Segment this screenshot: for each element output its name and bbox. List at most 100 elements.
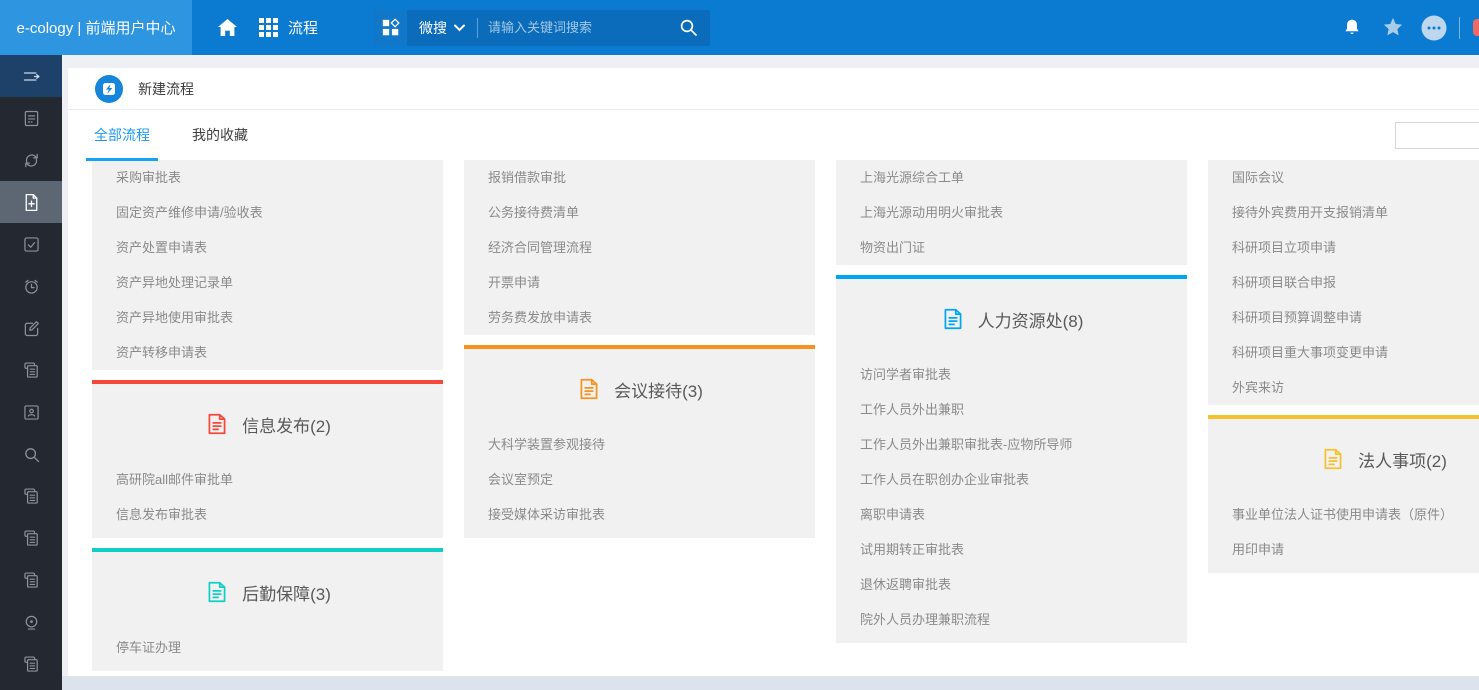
- copy-documents-icon: [21, 486, 42, 507]
- category-card-scrolled: 采购审批表 固定资产维修申请/验收表 资产处置申请表 资产异地处理记录单 资产异…: [92, 160, 443, 370]
- topbar-right-actions: [1342, 15, 1479, 41]
- home-button[interactable]: [218, 19, 237, 36]
- workflow-link[interactable]: 大科学装置参观接待: [464, 427, 815, 462]
- workflow-link[interactable]: 科研项目预算调整申请: [1208, 300, 1479, 335]
- document-icon: [1320, 446, 1346, 472]
- sidebar-item-sync-flow[interactable]: [0, 139, 62, 181]
- category-title: 信息发布(2): [242, 412, 331, 437]
- alarm-clock-icon: [21, 276, 42, 297]
- sidebar-item-task-check[interactable]: [0, 223, 62, 265]
- app-logo[interactable]: e-cology | 前端用户中心: [0, 0, 192, 55]
- sidebar-item-edit-draft[interactable]: [0, 307, 62, 349]
- sidebar-item-form-document[interactable]: [0, 97, 62, 139]
- workflow-link[interactable]: 访问学者审批表: [836, 357, 1187, 392]
- category-card-meeting-reception: 会议接待(3) 大科学装置参观接待 会议室预定 接受媒体采访审批表: [464, 345, 815, 538]
- workflow-link[interactable]: 工作人员在职创办企业审批表: [836, 462, 1187, 497]
- new-process-badge-icon: [95, 75, 123, 103]
- horizontal-scroll-track[interactable]: [62, 676, 1479, 690]
- category-header: 信息发布(2): [92, 384, 443, 462]
- workflow-link[interactable]: 科研项目重大事项变更申请: [1208, 335, 1479, 370]
- workflow-link[interactable]: 采购审批表: [92, 160, 443, 195]
- search-submit-button[interactable]: [680, 19, 697, 36]
- workflow-link[interactable]: 上海光源综合工单: [836, 160, 1187, 195]
- process-nav-label: 流程: [288, 17, 318, 38]
- workflow-link[interactable]: 信息发布审批表: [92, 497, 443, 532]
- workflow-link[interactable]: 院外人员办理兼职流程: [836, 602, 1187, 637]
- sidebar-collapse-button[interactable]: [0, 55, 62, 97]
- tab-my-favorites[interactable]: 我的收藏: [190, 109, 250, 161]
- workflow-link[interactable]: 国际会议: [1208, 160, 1479, 195]
- workflow-link[interactable]: 试用期转正审批表: [836, 532, 1187, 567]
- workflow-link[interactable]: 高研院all邮件审批单: [92, 462, 443, 497]
- category-title: 后勤保障(3): [242, 580, 331, 605]
- sidebar-item-copy-documents-1[interactable]: [0, 349, 62, 391]
- sidebar-item-copy-documents-3[interactable]: [0, 517, 62, 559]
- sidebar-item-search[interactable]: [0, 433, 62, 475]
- workflow-link[interactable]: 固定资产维修申请/验收表: [92, 195, 443, 230]
- workflow-link[interactable]: 资产处置申请表: [92, 230, 443, 265]
- board-column-4: 国际会议 接待外宾费用开支报销清单 科研项目立项申请 科研项目联合申报 科研项目…: [1208, 160, 1479, 573]
- category-header: 人力资源处(8): [836, 279, 1187, 357]
- sidebar-item-new-process[interactable]: [0, 181, 62, 223]
- sidebar-item-copy-documents-5[interactable]: [0, 643, 62, 685]
- process-nav-button[interactable]: 流程: [259, 17, 318, 38]
- category-card-human-resources: 人力资源处(8) 访问学者审批表 工作人员外出兼职 工作人员外出兼职审批表-应物…: [836, 275, 1187, 643]
- search-separator: [477, 18, 478, 38]
- category-card-scrolled: 报销借款审批 公务接待费清单 经济合同管理流程 开票申请 劳务费发放申请表: [464, 160, 815, 335]
- workflow-link[interactable]: 经济合同管理流程: [464, 230, 815, 265]
- workflow-link[interactable]: 科研项目立项申请: [1208, 230, 1479, 265]
- workflow-link[interactable]: 工作人员外出兼职: [836, 392, 1187, 427]
- copy-documents-icon: [21, 528, 42, 549]
- category-title: 法人事项(2): [1358, 447, 1447, 472]
- workflow-link[interactable]: 接受媒体采访审批表: [464, 497, 815, 532]
- sidebar-item-copy-documents-2[interactable]: [0, 475, 62, 517]
- workflow-link[interactable]: 上海光源动用明火审批表: [836, 195, 1187, 230]
- workflow-link[interactable]: 离职申请表: [836, 497, 1187, 532]
- workflow-link[interactable]: 资产转移申请表: [92, 335, 443, 370]
- sidebar-item-copy-documents-4[interactable]: [0, 559, 62, 601]
- workflow-link[interactable]: 物资出门证: [836, 230, 1187, 265]
- board-column-1: 采购审批表 固定资产维修申请/验收表 资产处置申请表 资产异地处理记录单 资产异…: [92, 160, 443, 671]
- workflow-link[interactable]: 工作人员外出兼职审批表-应物所导师: [836, 427, 1187, 462]
- workflow-link[interactable]: 事业单位法人证书使用申请表（原件）: [1208, 497, 1479, 532]
- search-apps-button[interactable]: [374, 10, 407, 46]
- workflow-link[interactable]: 退休返聘审批表: [836, 567, 1187, 602]
- more-options-button[interactable]: [1421, 15, 1447, 41]
- workflow-link[interactable]: 接待外宾费用开支报销清单: [1208, 195, 1479, 230]
- home-icon: [218, 19, 237, 36]
- workflow-link[interactable]: 停车证办理: [92, 630, 443, 665]
- tab-all-processes[interactable]: 全部流程: [92, 109, 152, 161]
- board-column-2: 报销借款审批 公务接待费清单 经济合同管理流程 开票申请 劳务费发放申请表 会议…: [464, 160, 815, 538]
- workflow-link[interactable]: 外宾来访: [1208, 370, 1479, 405]
- workflow-link[interactable]: 用印申请: [1208, 532, 1479, 567]
- contact-card-icon: [21, 402, 42, 423]
- category-title: 会议接待(3): [614, 377, 703, 402]
- sidebar-item-contact-card[interactable]: [0, 391, 62, 433]
- notifications-button[interactable]: [1342, 17, 1362, 38]
- workflow-link[interactable]: 资产异地使用审批表: [92, 300, 443, 335]
- page-title: 新建流程: [138, 79, 194, 99]
- favorites-button[interactable]: [1382, 17, 1404, 38]
- filter-input[interactable]: [1395, 122, 1479, 149]
- cutoff-avatar[interactable]: [1473, 19, 1479, 36]
- workflow-link[interactable]: 劳务费发放申请表: [464, 300, 815, 335]
- search-engine-select[interactable]: 微搜: [419, 18, 465, 38]
- sidebar-item-alarm-clock[interactable]: [0, 265, 62, 307]
- search-input[interactable]: [482, 20, 680, 35]
- workflow-link[interactable]: 科研项目联合申报: [1208, 265, 1479, 300]
- search-icon: [21, 444, 42, 465]
- tabs-bar: 全部流程 我的收藏: [68, 110, 1479, 160]
- workflow-link[interactable]: 开票申请: [464, 265, 815, 300]
- category-card-info-release: 信息发布(2) 高研院all邮件审批单 信息发布审批表: [92, 380, 443, 538]
- workflow-link[interactable]: 会议室预定: [464, 462, 815, 497]
- workflow-link[interactable]: 报销借款审批: [464, 160, 815, 195]
- category-header: 后勤保障(3): [92, 552, 443, 630]
- category-title: 人力资源处(8): [978, 307, 1084, 332]
- main-panel: 新建流程 全部流程 我的收藏 采购审批表 固定资产维修申请/验收表 资产处置申请…: [68, 68, 1479, 676]
- sidebar-item-monitor[interactable]: [0, 601, 62, 643]
- copy-documents-icon: [21, 654, 42, 675]
- workflow-link[interactable]: 公务接待费清单: [464, 195, 815, 230]
- document-icon: [204, 579, 230, 605]
- form-document-icon: [21, 108, 42, 129]
- workflow-link[interactable]: 资产异地处理记录单: [92, 265, 443, 300]
